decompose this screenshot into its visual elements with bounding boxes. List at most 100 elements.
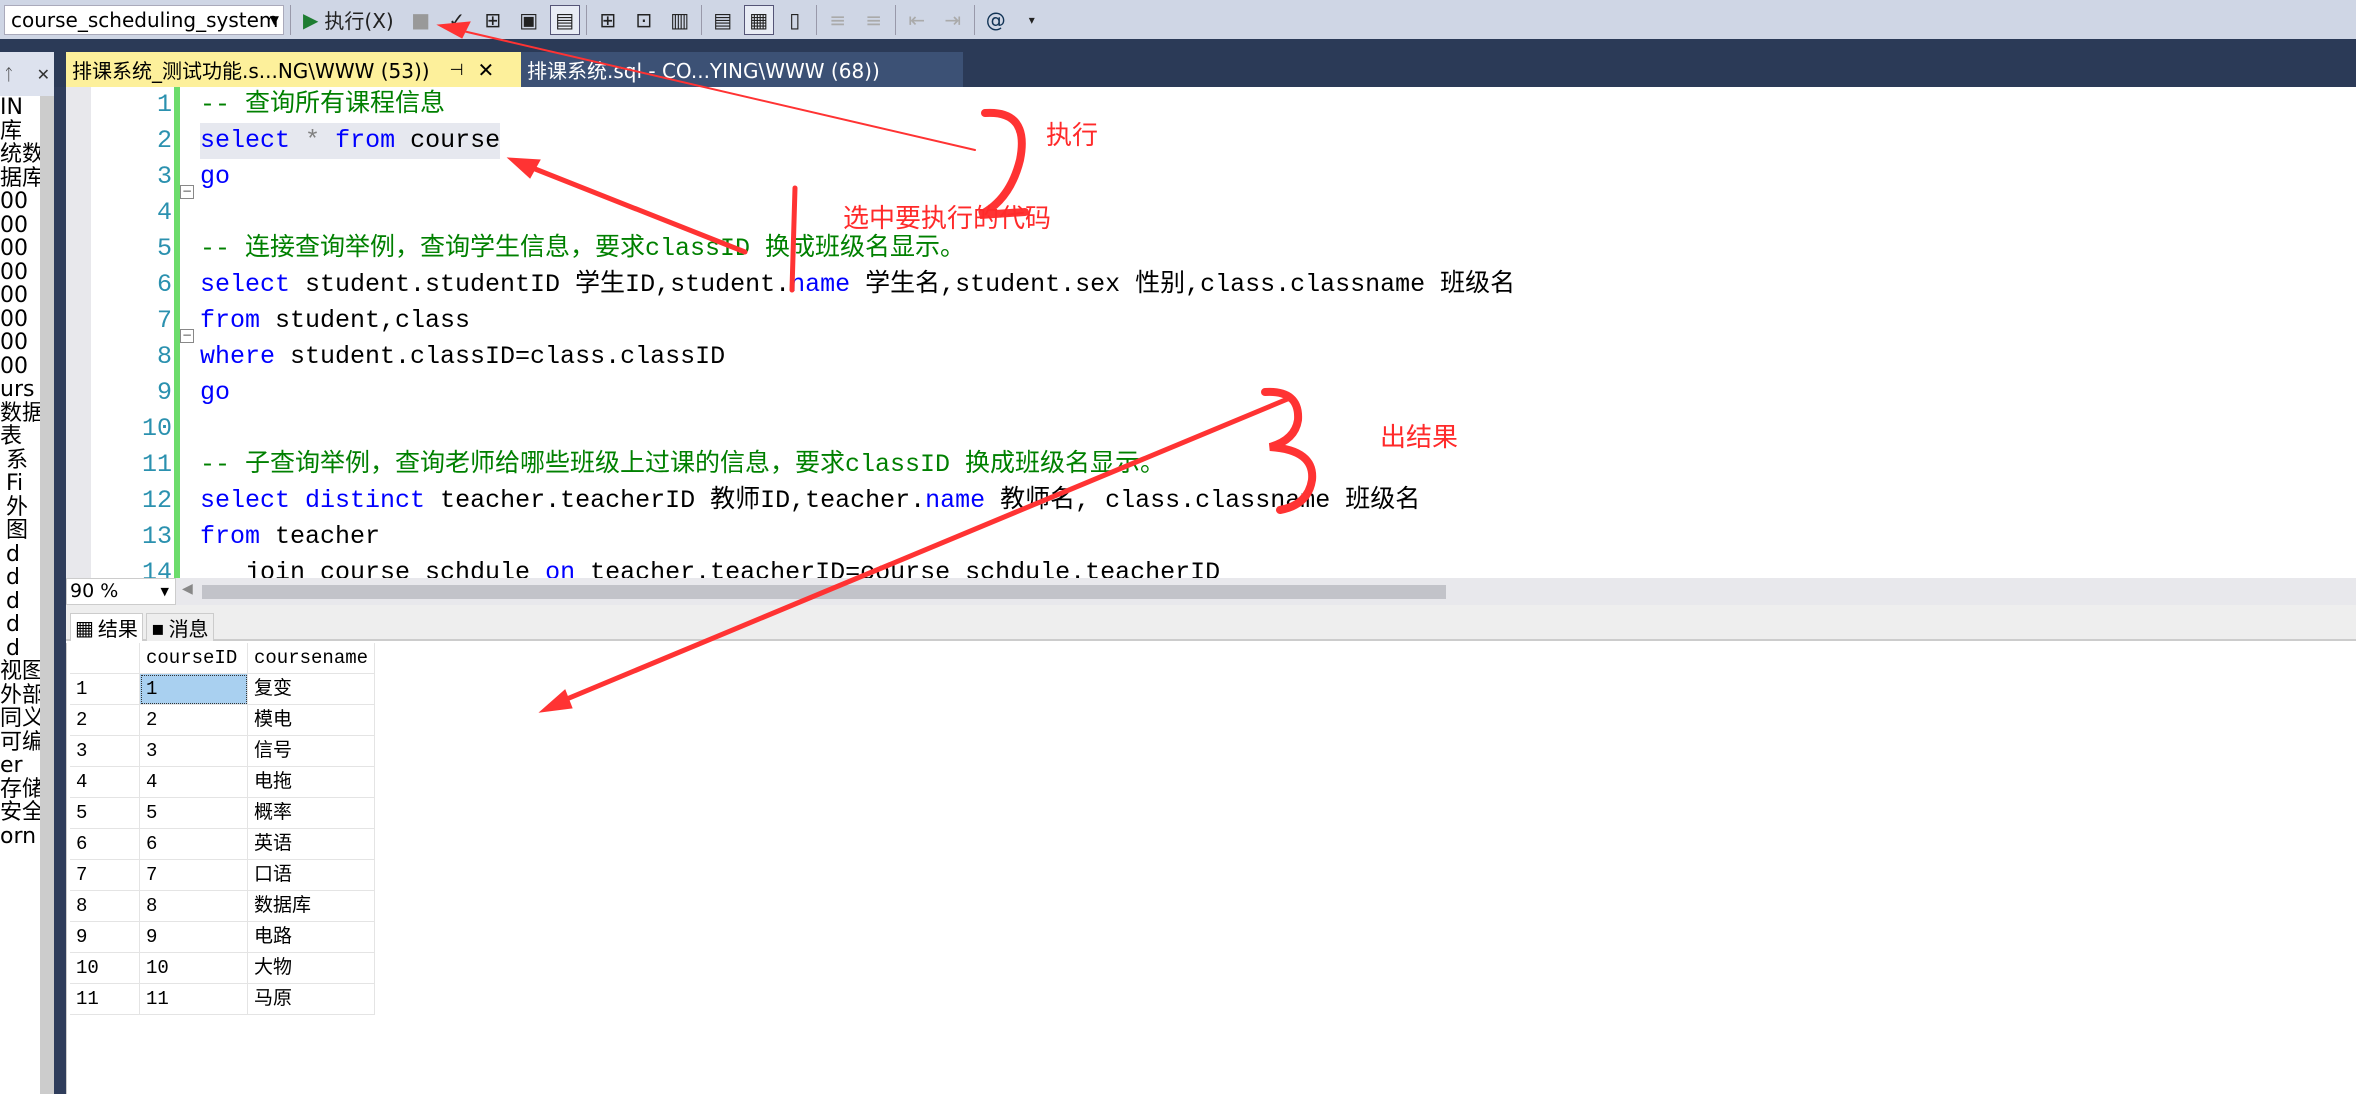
live-stats-icon[interactable]: ⊡ — [629, 5, 659, 35]
table-cell[interactable]: 10 — [140, 953, 248, 984]
client-stats-icon[interactable]: ▥ — [665, 5, 695, 35]
table-row[interactable]: 9 9 电路 — [70, 922, 375, 953]
table-cell[interactable]: 7 — [140, 860, 248, 891]
table-row[interactable]: 11 11 马原 — [70, 984, 375, 1015]
table-cell[interactable]: 信号 — [248, 736, 375, 767]
scrollbar[interactable] — [40, 96, 54, 1094]
code-token: from — [335, 126, 396, 155]
table-cell[interactable]: 口语 — [248, 860, 375, 891]
code-line[interactable]: select distinct teacher.teacherID 教师ID,t… — [200, 483, 1420, 519]
tab-query-53[interactable]: 排课系统_测试功能.s...NG\WWW (53)) ⊣ ✕ — [66, 52, 521, 87]
code-line[interactable]: from student,class — [200, 303, 470, 339]
tab-messages[interactable]: ▪ 消息 — [146, 613, 214, 641]
include-plan-icon[interactable]: ⊞ — [593, 5, 623, 35]
table-row[interactable]: 4 4 电拖 — [70, 767, 375, 798]
table-row[interactable]: 6 6 英语 — [70, 829, 375, 860]
table-cell[interactable]: 大物 — [248, 953, 375, 984]
row-header[interactable]: 7 — [70, 860, 140, 891]
results-to-text-icon[interactable]: ▤ — [708, 5, 738, 35]
table-row[interactable]: 7 7 口语 — [70, 860, 375, 891]
separator — [700, 4, 702, 35]
code-line[interactable]: select * from course — [200, 123, 501, 159]
row-header[interactable]: 9 — [70, 922, 140, 953]
zoom-select[interactable]: 90 % ▼ — [66, 578, 176, 605]
table-cell[interactable]: 英语 — [248, 829, 375, 860]
scroll-left-icon[interactable]: ◀ — [182, 581, 193, 597]
table-cell[interactable]: 2 — [140, 705, 248, 736]
close-icon[interactable]: ✕ — [478, 58, 495, 82]
table-cell[interactable]: 电拖 — [248, 767, 375, 798]
intellisense-icon[interactable]: ▤ — [549, 4, 580, 35]
increase-indent-icon[interactable]: ⇥ — [938, 5, 968, 35]
collapse-icon[interactable]: − — [180, 329, 194, 343]
code-line[interactable]: -- 查询所有课程信息 — [200, 87, 445, 123]
collapse-icon[interactable]: − — [180, 185, 194, 199]
results-to-grid-icon[interactable]: ▦ — [743, 4, 774, 35]
code-line[interactable]: go — [200, 159, 230, 195]
code-line[interactable]: from teacher — [200, 519, 380, 555]
table-cell[interactable]: 3 — [140, 736, 248, 767]
table-cell[interactable]: 5 — [140, 798, 248, 829]
comment-icon[interactable]: ≡ — [823, 5, 853, 35]
code-line[interactable]: select student.studentID 学生ID,student.na… — [200, 267, 1515, 303]
row-header[interactable]: 4 — [70, 767, 140, 798]
table-cell[interactable]: 6 — [140, 829, 248, 860]
table-cell[interactable]: 马原 — [248, 984, 375, 1015]
pin-icon[interactable]: ⊣ — [450, 60, 464, 79]
code-line[interactable]: -- 连接查询举例，查询学生信息，要求classID 换成班级名显示。 — [200, 231, 965, 267]
parse-check-icon[interactable]: ✓ — [442, 5, 472, 35]
stop-icon[interactable]: ■ — [406, 5, 436, 35]
table-row[interactable]: 8 8 数据库 — [70, 891, 375, 922]
table-cell[interactable]: 1 — [140, 674, 248, 705]
column-header[interactable]: courseID — [140, 643, 248, 674]
table-cell[interactable]: 4 — [140, 767, 248, 798]
display-plan-icon[interactable]: ⊞ — [478, 5, 508, 35]
row-header[interactable]: 11 — [70, 984, 140, 1015]
specify-values-icon[interactable]: @ — [981, 5, 1011, 35]
results-grid[interactable]: courseID coursename 1 1 复变 2 2 模电 3 3 信号 4 4 电拖 5 5 概率… — [70, 643, 375, 1015]
table-cell[interactable]: 概率 — [248, 798, 375, 829]
code-line[interactable]: go — [200, 375, 230, 411]
table-cell[interactable]: 数据库 — [248, 891, 375, 922]
table-cell[interactable]: 模电 — [248, 705, 375, 736]
code-line[interactable]: where student.classID=class.classID — [200, 339, 725, 375]
uncomment-icon[interactable]: ≡ — [859, 5, 889, 35]
horizontal-scrollbar[interactable] — [202, 585, 1446, 599]
row-header[interactable]: 5 — [70, 798, 140, 829]
toolbar-overflow-icon[interactable]: ▾ — [1017, 5, 1047, 35]
query-options-icon[interactable]: ▣ — [514, 5, 544, 35]
execute-button[interactable]: ▶ 执行(X) — [297, 5, 400, 35]
row-header[interactable]: 6 — [70, 829, 140, 860]
table-row[interactable]: 10 10 大物 — [70, 953, 375, 984]
code-token: -- 连接查询举例，查询学生信息，要求classID 换成班级名显示。 — [200, 234, 966, 263]
results-to-file-icon[interactable]: ▯ — [780, 5, 810, 35]
database-select[interactable]: course_scheduling_system ▼ — [4, 4, 284, 35]
table-cell[interactable]: 复变 — [248, 674, 375, 705]
table-cell[interactable]: 9 — [140, 922, 248, 953]
row-header[interactable]: 10 — [70, 953, 140, 984]
sql-editor[interactable]: 1 2 3 4 5 6 7 8 9 10 11 12 13 14 − − -- 查询所有课程信息 selec… — [66, 87, 2356, 578]
code-line[interactable]: -- 子查询举例，查询老师给哪些班级上过课的信息，要求classID 换成班级名… — [200, 447, 1165, 483]
decrease-indent-icon[interactable]: ⇤ — [902, 5, 932, 35]
table-row[interactable]: 5 5 概率 — [70, 798, 375, 829]
row-header[interactable]: 1 — [70, 674, 140, 705]
code-line[interactable]: join course_schdule on teacher.teacherID… — [200, 555, 1220, 578]
table-row[interactable]: 3 3 信号 — [70, 736, 375, 767]
row-header-corner[interactable] — [70, 643, 140, 674]
code-token: select — [200, 126, 291, 155]
close-icon[interactable]: ✕ — [37, 65, 50, 84]
row-header[interactable]: 3 — [70, 736, 140, 767]
panel-splitter[interactable] — [54, 87, 66, 1094]
table-cell[interactable]: 11 — [140, 984, 248, 1015]
table-row[interactable]: 1 1 复变 — [70, 674, 375, 705]
tab-query-68[interactable]: 排课系统.sql - CO...YING\WWW (68)) — [521, 52, 963, 87]
pin-icon[interactable]: ᛏ — [4, 65, 14, 84]
row-header[interactable]: 8 — [70, 891, 140, 922]
line-number: 9 — [156, 378, 172, 407]
table-cell[interactable]: 电路 — [248, 922, 375, 953]
column-header[interactable]: coursename — [248, 643, 375, 674]
table-row[interactable]: 2 2 模电 — [70, 705, 375, 736]
tab-results[interactable]: ▦ 结果 — [70, 613, 143, 641]
row-header[interactable]: 2 — [70, 705, 140, 736]
table-cell[interactable]: 8 — [140, 891, 248, 922]
